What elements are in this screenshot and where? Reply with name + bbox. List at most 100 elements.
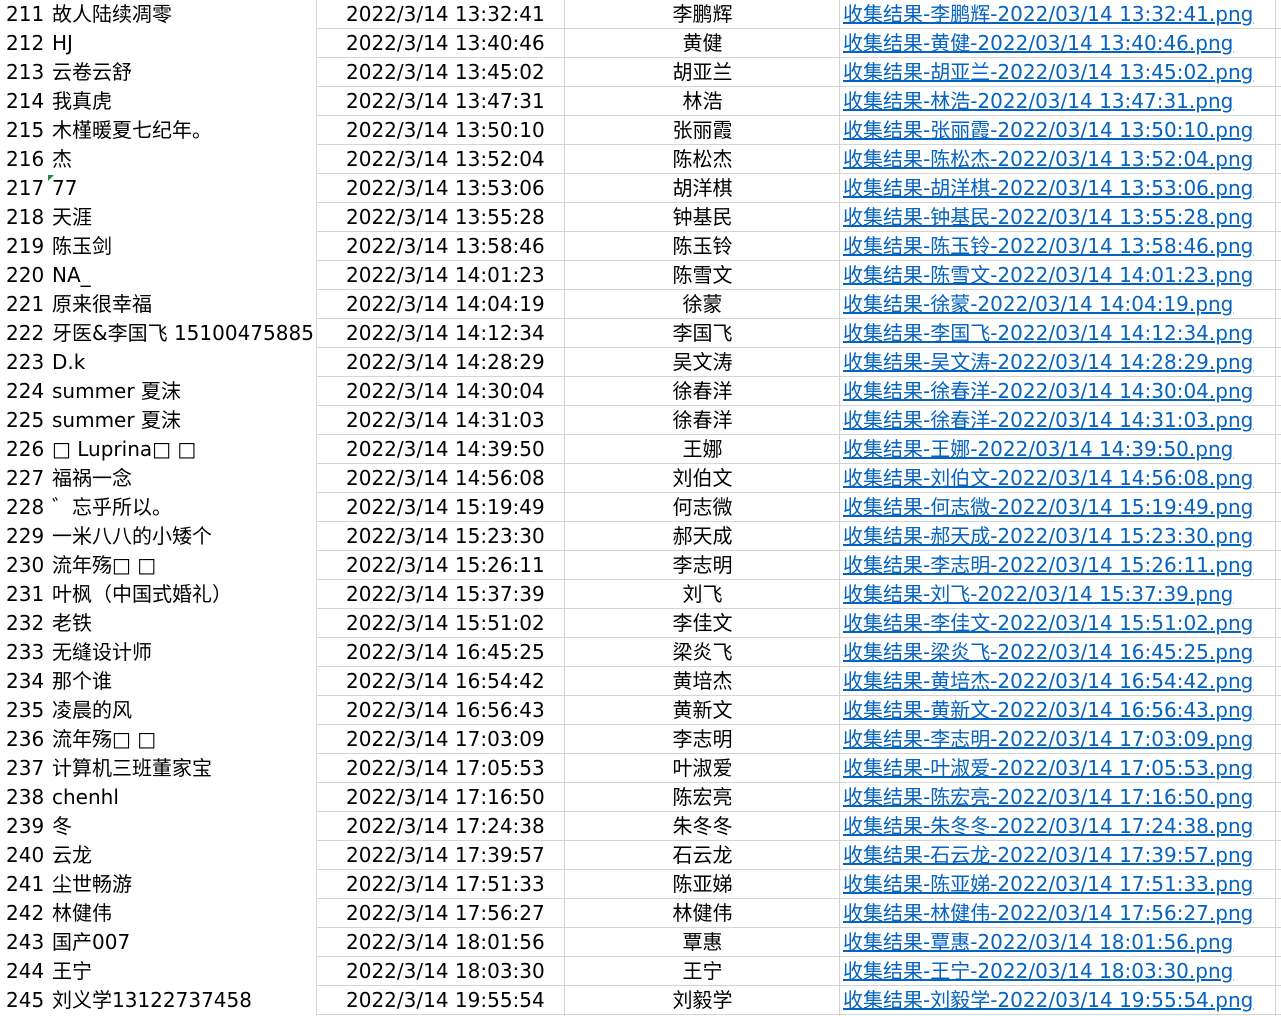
result-link-cell[interactable]: 收集结果-陈宏亮-2022/03/14 17:16:50.png xyxy=(840,783,1281,812)
result-file-link[interactable]: 收集结果-林浩-2022/03/14 13:47:31.png xyxy=(843,89,1233,113)
row-number-cell[interactable]: 211 xyxy=(0,0,48,29)
submitter-name-cell[interactable]: 王娜 xyxy=(565,435,840,464)
row-number-cell[interactable]: 212 xyxy=(0,29,48,58)
nickname-cell[interactable]: 故人陆续凋零 xyxy=(48,0,316,29)
nickname-cell[interactable]: 一米八八的小矮个 xyxy=(48,522,316,551)
nickname-cell[interactable]: 云龙 xyxy=(48,841,316,870)
submitter-name-cell[interactable]: 黄健 xyxy=(565,29,840,58)
submitter-name-cell[interactable]: 刘伯文 xyxy=(565,464,840,493)
spreadsheet-grid[interactable]: 211 故人陆续凋零 2022/3/14 13:32:41 李鹏辉 收集结果-李… xyxy=(0,0,1281,1016)
timestamp-cell[interactable]: 2022/3/14 13:53:06 xyxy=(316,174,565,203)
row-number-cell[interactable]: 217 xyxy=(0,174,48,203)
timestamp-cell[interactable]: 2022/3/14 13:40:46 xyxy=(316,29,565,58)
result-file-link[interactable]: 收集结果-石云龙-2022/03/14 17:39:57.png xyxy=(843,843,1253,867)
result-link-cell[interactable]: 收集结果-黄新文-2022/03/14 16:56:43.png xyxy=(840,696,1281,725)
result-link-cell[interactable]: 收集结果-林健伟-2022/03/14 17:56:27.png xyxy=(840,899,1281,928)
row-number-cell[interactable]: 232 xyxy=(0,609,48,638)
result-link-cell[interactable]: 收集结果-郝天成-2022/03/14 15:23:30.png xyxy=(840,522,1281,551)
timestamp-cell[interactable]: 2022/3/14 17:24:38 xyxy=(316,812,565,841)
result-file-link[interactable]: 收集结果-郝天成-2022/03/14 15:23:30.png xyxy=(843,524,1253,548)
result-file-link[interactable]: 收集结果-吴文涛-2022/03/14 14:28:29.png xyxy=(843,350,1253,374)
nickname-cell[interactable]: ゛忘乎所以。 xyxy=(48,493,316,522)
timestamp-cell[interactable]: 2022/3/14 14:01:23 xyxy=(316,261,565,290)
result-link-cell[interactable]: 收集结果-李国飞-2022/03/14 14:12:34.png xyxy=(840,319,1281,348)
nickname-cell[interactable]: 流年殇□ □ xyxy=(48,551,316,580)
nickname-cell[interactable]: 国产007 xyxy=(48,928,316,957)
nickname-cell[interactable]: D.k xyxy=(48,348,316,377)
submitter-name-cell[interactable]: 李国飞 xyxy=(565,319,840,348)
timestamp-cell[interactable]: 2022/3/14 14:56:08 xyxy=(316,464,565,493)
timestamp-cell[interactable]: 2022/3/14 15:23:30 xyxy=(316,522,565,551)
result-link-cell[interactable]: 收集结果-叶淑爱-2022/03/14 17:05:53.png xyxy=(840,754,1281,783)
result-file-link[interactable]: 收集结果-黄新文-2022/03/14 16:56:43.png xyxy=(843,698,1253,722)
nickname-cell[interactable]: 无缝设计师 xyxy=(48,638,316,667)
result-file-link[interactable]: 收集结果-王娜-2022/03/14 14:39:50.png xyxy=(843,437,1233,461)
row-number-cell[interactable]: 229 xyxy=(0,522,48,551)
submitter-name-cell[interactable]: 李志明 xyxy=(565,551,840,580)
row-number-cell[interactable]: 233 xyxy=(0,638,48,667)
row-number-cell[interactable]: 240 xyxy=(0,841,48,870)
result-link-cell[interactable]: 收集结果-张丽霞-2022/03/14 13:50:10.png xyxy=(840,116,1281,145)
result-file-link[interactable]: 收集结果-梁炎飞-2022/03/14 16:45:25.png xyxy=(843,640,1253,664)
nickname-cell[interactable]: 叶枫（中国式婚礼） xyxy=(48,580,316,609)
result-link-cell[interactable]: 收集结果-黄健-2022/03/14 13:40:46.png xyxy=(840,29,1281,58)
timestamp-cell[interactable]: 2022/3/14 18:03:30 xyxy=(316,957,565,986)
result-link-cell[interactable]: 收集结果-刘伯文-2022/03/14 14:56:08.png xyxy=(840,464,1281,493)
timestamp-cell[interactable]: 2022/3/14 15:51:02 xyxy=(316,609,565,638)
nickname-cell[interactable]: summer 夏沫 xyxy=(48,377,316,406)
nickname-cell[interactable]: 陈玉剑 xyxy=(48,232,316,261)
timestamp-cell[interactable]: 2022/3/14 17:03:09 xyxy=(316,725,565,754)
submitter-name-cell[interactable]: 林健伟 xyxy=(565,899,840,928)
submitter-name-cell[interactable]: 陈松杰 xyxy=(565,145,840,174)
nickname-cell[interactable]: 77 xyxy=(48,174,316,203)
nickname-cell[interactable]: 云卷云舒 xyxy=(48,58,316,87)
row-number-cell[interactable]: 225 xyxy=(0,406,48,435)
row-number-cell[interactable]: 243 xyxy=(0,928,48,957)
nickname-cell[interactable]: 林健伟 xyxy=(48,899,316,928)
nickname-cell[interactable]: 那个谁 xyxy=(48,667,316,696)
nickname-cell[interactable]: 凌晨的风 xyxy=(48,696,316,725)
result-file-link[interactable]: 收集结果-李志明-2022/03/14 15:26:11.png xyxy=(843,553,1253,577)
result-file-link[interactable]: 收集结果-叶淑爱-2022/03/14 17:05:53.png xyxy=(843,756,1253,780)
nickname-cell[interactable]: 我真虎 xyxy=(48,87,316,116)
row-number-cell[interactable]: 228 xyxy=(0,493,48,522)
result-file-link[interactable]: 收集结果-胡亚兰-2022/03/14 13:45:02.png xyxy=(843,60,1253,84)
result-link-cell[interactable]: 收集结果-陈雪文-2022/03/14 14:01:23.png xyxy=(840,261,1281,290)
result-link-cell[interactable]: 收集结果-覃惠-2022/03/14 18:01:56.png xyxy=(840,928,1281,957)
row-number-cell[interactable]: 230 xyxy=(0,551,48,580)
timestamp-cell[interactable]: 2022/3/14 13:32:41 xyxy=(316,0,565,29)
result-link-cell[interactable]: 收集结果-李鹏辉-2022/03/14 13:32:41.png xyxy=(840,0,1281,29)
result-file-link[interactable]: 收集结果-林健伟-2022/03/14 17:56:27.png xyxy=(843,901,1253,925)
timestamp-cell[interactable]: 2022/3/14 13:45:02 xyxy=(316,58,565,87)
timestamp-cell[interactable]: 2022/3/14 17:51:33 xyxy=(316,870,565,899)
result-link-cell[interactable]: 收集结果-李志明-2022/03/14 15:26:11.png xyxy=(840,551,1281,580)
result-file-link[interactable]: 收集结果-何志微-2022/03/14 15:19:49.png xyxy=(843,495,1253,519)
submitter-name-cell[interactable]: 胡洋棋 xyxy=(565,174,840,203)
result-file-link[interactable]: 收集结果-刘伯文-2022/03/14 14:56:08.png xyxy=(843,466,1253,490)
nickname-cell[interactable]: □ Luprina□ □ xyxy=(48,435,316,464)
submitter-name-cell[interactable]: 吴文涛 xyxy=(565,348,840,377)
result-file-link[interactable]: 收集结果-刘飞-2022/03/14 15:37:39.png xyxy=(843,582,1233,606)
row-number-cell[interactable]: 239 xyxy=(0,812,48,841)
row-number-cell[interactable]: 214 xyxy=(0,87,48,116)
submitter-name-cell[interactable]: 李佳文 xyxy=(565,609,840,638)
result-file-link[interactable]: 收集结果-王宁-2022/03/14 18:03:30.png xyxy=(843,959,1233,983)
result-link-cell[interactable]: 收集结果-李佳文-2022/03/14 15:51:02.png xyxy=(840,609,1281,638)
result-link-cell[interactable]: 收集结果-陈玉铃-2022/03/14 13:58:46.png xyxy=(840,232,1281,261)
result-link-cell[interactable]: 收集结果-徐蒙-2022/03/14 14:04:19.png xyxy=(840,290,1281,319)
timestamp-cell[interactable]: 2022/3/14 16:56:43 xyxy=(316,696,565,725)
result-link-cell[interactable]: 收集结果-钟基民-2022/03/14 13:55:28.png xyxy=(840,203,1281,232)
row-number-cell[interactable]: 234 xyxy=(0,667,48,696)
result-link-cell[interactable]: 收集结果-何志微-2022/03/14 15:19:49.png xyxy=(840,493,1281,522)
submitter-name-cell[interactable]: 黄培杰 xyxy=(565,667,840,696)
row-number-cell[interactable]: 227 xyxy=(0,464,48,493)
submitter-name-cell[interactable]: 郝天成 xyxy=(565,522,840,551)
result-file-link[interactable]: 收集结果-陈宏亮-2022/03/14 17:16:50.png xyxy=(843,785,1253,809)
result-link-cell[interactable]: 收集结果-刘毅学-2022/03/14 19:55:54.png xyxy=(840,986,1281,1015)
submitter-name-cell[interactable]: 陈雪文 xyxy=(565,261,840,290)
timestamp-cell[interactable]: 2022/3/14 16:45:25 xyxy=(316,638,565,667)
submitter-name-cell[interactable]: 徐春洋 xyxy=(565,406,840,435)
submitter-name-cell[interactable]: 徐春洋 xyxy=(565,377,840,406)
nickname-cell[interactable]: 牙医&李国飞 15100475885 xyxy=(48,319,316,348)
result-link-cell[interactable]: 收集结果-林浩-2022/03/14 13:47:31.png xyxy=(840,87,1281,116)
